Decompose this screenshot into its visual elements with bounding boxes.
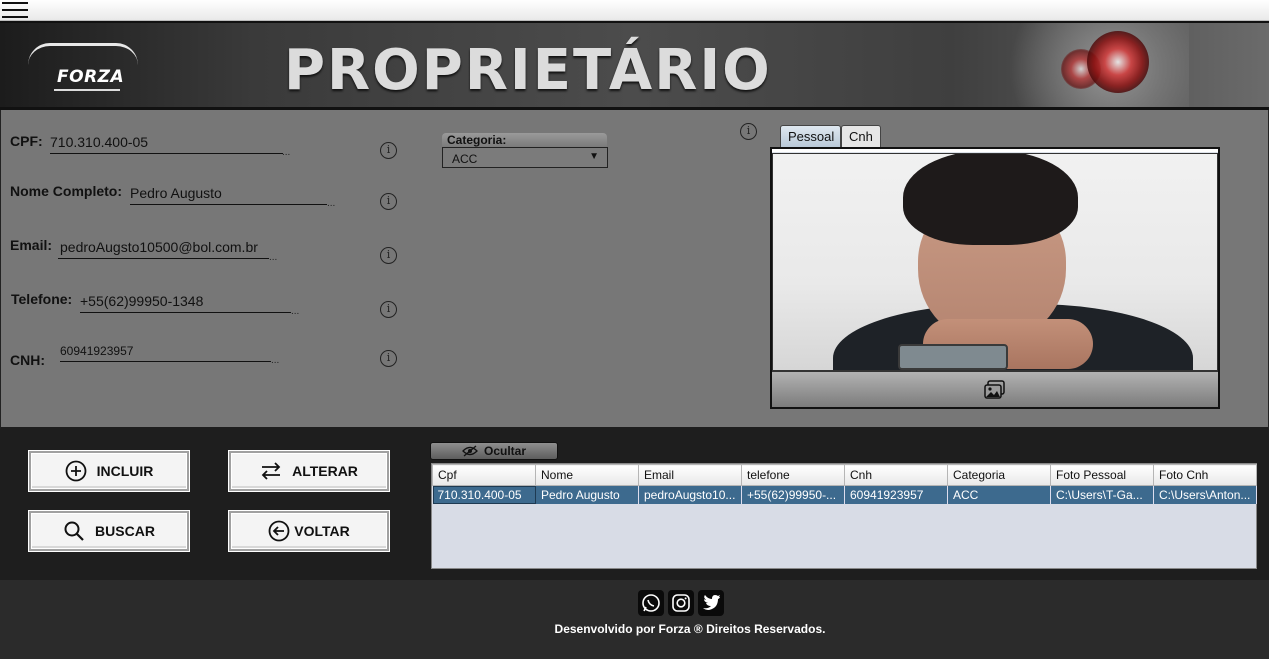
table-cell: Pedro Augusto [535,485,639,504]
frame-highlight [772,149,1218,152]
alterar-button[interactable]: ALTERAR [228,450,390,492]
table-header-row: Cpf Nome Email telefone Cnh Categoria Fo… [432,464,1257,486]
categoria-label: Categoria: [442,133,607,147]
tab-cnh[interactable]: Cnh [841,125,881,147]
field-resize-dots: ... [282,147,291,158]
social-links [638,590,724,616]
telefone-field[interactable]: +55(62)99950-1348 [80,293,291,313]
personal-photo [772,153,1218,371]
photo-frame [770,147,1220,409]
tab-pessoal[interactable]: Pessoal [780,125,841,147]
categoria-value: ACC [452,152,478,166]
voltar-label: VOLTAR [294,523,350,539]
footer: Desenvolvido por Forza ® Direitos Reserv… [0,580,1269,659]
taillight-decoration [1087,31,1149,93]
table-cell: C:\Users\Anton... [1153,485,1257,504]
owner-form: CPF: 710.310.400-05 ... i Nome Completo:… [0,110,1269,430]
cnh-label: CNH: [10,352,45,368]
logo-text: FORZA [57,67,125,87]
info-icon[interactable]: i [380,247,397,264]
eye-slash-icon [462,445,478,457]
info-icon[interactable]: i [380,350,397,367]
table-cell: +55(62)99950-... [741,485,845,504]
field-resize-dots: ... [269,252,278,263]
info-icon[interactable]: i [380,301,397,318]
column-header[interactable]: Cpf [432,464,536,486]
actions-panel: INCLUIR ALTERAR BUSCAR VOLTAR Ocultar Cp… [0,430,1269,580]
twitter-icon[interactable] [698,590,724,616]
search-icon [64,521,84,541]
page-title: PROPRIETÁRIO [284,38,772,103]
ocultar-label: Ocultar [483,444,526,458]
nome-label: Nome Completo: [10,183,122,199]
logo-underline [54,89,120,91]
cnh-field[interactable]: 60941923957 [60,344,271,362]
email-field[interactable]: pedroAugsto10500@bol.com.br [58,239,269,259]
column-header[interactable]: Categoria [947,464,1051,486]
buscar-button[interactable]: BUSCAR [28,510,190,552]
column-header[interactable]: Nome [535,464,639,486]
owners-table: Cpf Nome Email telefone Cnh Categoria Fo… [431,463,1257,569]
cpf-label: CPF: [10,133,43,149]
incluir-label: INCLUIR [96,463,154,479]
alterar-label: ALTERAR [292,463,358,479]
table-row[interactable]: 710.310.400-05 Pedro Augusto pedroAugsto… [432,485,1257,504]
add-circle-icon [65,460,87,482]
column-header[interactable]: Email [638,464,742,486]
incluir-button[interactable]: INCLUIR [28,450,190,492]
field-resize-dots: ... [271,355,280,366]
photo-hair [903,154,1078,245]
footer-copyright: Desenvolvido por Forza ® Direitos Reserv… [554,622,826,636]
column-header[interactable]: Cnh [844,464,948,486]
telefone-label: Telefone: [11,291,73,307]
table-cell: pedroAugsto10... [638,485,742,504]
field-resize-dots: ... [327,198,336,209]
swap-arrows-icon [261,462,281,480]
column-header[interactable]: telefone [741,464,845,486]
table-cell: 710.310.400-05 [432,485,536,504]
table-cell: 60941923957 [844,485,948,504]
table-cell: ACC [947,485,1051,504]
voltar-button[interactable]: VOLTAR [228,510,390,552]
cpf-field[interactable]: 710.310.400-05 [50,134,283,154]
forza-logo: FORZA [24,37,144,97]
categoria-select[interactable]: ACC ▼ [442,147,608,168]
categoria-combo: Categoria: ACC ▼ [442,133,608,169]
ocultar-button[interactable]: Ocultar [430,442,558,460]
photo-watch [898,344,1008,370]
field-resize-dots: ... [291,306,300,317]
image-icon [984,380,1005,399]
top-bar [0,0,1269,21]
instagram-icon[interactable] [668,590,694,616]
info-icon[interactable]: i [380,193,397,210]
back-arrow-circle-icon [268,520,290,542]
select-image-button[interactable] [772,371,1218,407]
column-header[interactable]: Foto Cnh [1153,464,1257,486]
info-icon[interactable]: i [380,142,397,159]
column-header[interactable]: Foto Pessoal [1050,464,1154,486]
dropdown-arrow-icon: ▼ [589,151,599,162]
buscar-label: BUSCAR [95,523,155,539]
whatsapp-icon[interactable] [638,590,664,616]
menu-icon[interactable] [2,1,28,19]
logo-swoosh [28,43,138,65]
header-banner: FORZA PROPRIETÁRIO [0,21,1269,110]
nome-field[interactable]: Pedro Augusto [130,185,327,205]
table-cell: C:\Users\T-Ga... [1050,485,1154,504]
info-icon[interactable]: i [740,123,757,140]
email-label: Email: [10,237,53,253]
